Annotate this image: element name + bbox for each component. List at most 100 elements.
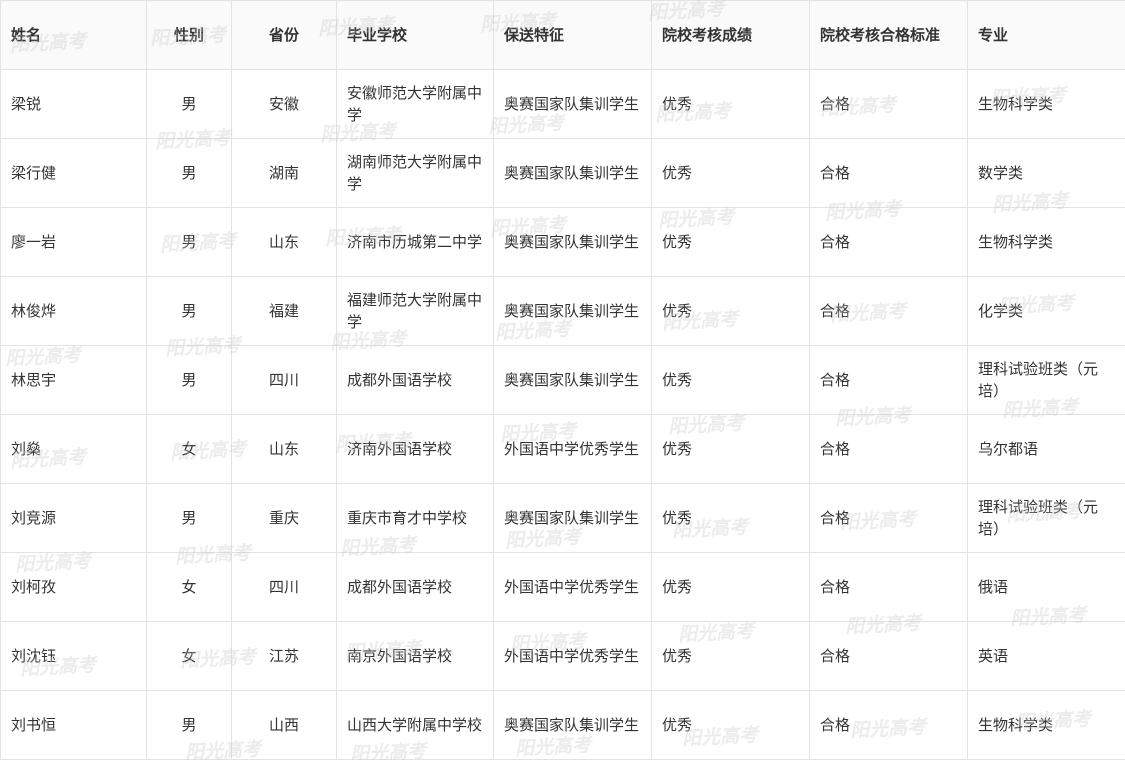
header-score: 院校考核成绩 — [651, 0, 810, 70]
cell-name: 刘书恒 — [0, 690, 147, 760]
cell-gender: 男 — [146, 483, 232, 553]
cell-province: 四川 — [231, 552, 337, 622]
admission-table-container: 姓名 性别 省份 毕业学校 保送特征 院校考核成绩 院校考核合格标准 专业 梁锐… — [0, 0, 1125, 760]
cell-feature: 奥赛国家队集训学生 — [493, 69, 652, 139]
cell-name: 刘柯孜 — [0, 552, 147, 622]
cell-major: 英语 — [967, 621, 1125, 691]
cell-score: 优秀 — [651, 552, 810, 622]
cell-school: 重庆市育才中学校 — [336, 483, 494, 553]
cell-province: 山东 — [231, 414, 337, 484]
cell-feature: 奥赛国家队集训学生 — [493, 138, 652, 208]
cell-score: 优秀 — [651, 207, 810, 277]
cell-major: 数学类 — [967, 138, 1125, 208]
cell-major: 化学类 — [967, 276, 1125, 346]
cell-school: 济南外国语学校 — [336, 414, 494, 484]
cell-name: 梁锐 — [0, 69, 147, 139]
cell-name: 刘竞源 — [0, 483, 147, 553]
cell-standard: 合格 — [809, 276, 968, 346]
cell-score: 优秀 — [651, 276, 810, 346]
table-row: 廖一岩男山东 济南市历城第二中学 奥赛国家队集训学生 优秀 合格 生物科学类 — [0, 207, 1125, 277]
cell-major: 生物科学类 — [967, 207, 1125, 277]
table-row: 林思宇男四川 成都外国语学校 奥赛国家队集训学生 优秀 合格 理科试验班类（元培） — [0, 345, 1125, 415]
cell-gender: 女 — [146, 621, 232, 691]
cell-score: 优秀 — [651, 345, 810, 415]
cell-school: 成都外国语学校 — [336, 552, 494, 622]
cell-name: 廖一岩 — [0, 207, 147, 277]
cell-province: 山东 — [231, 207, 337, 277]
cell-name: 刘燊 — [0, 414, 147, 484]
cell-school: 南京外国语学校 — [336, 621, 494, 691]
table-row: 刘竞源男重庆 重庆市育才中学校 奥赛国家队集训学生 优秀 合格 理科试验班类（元培） — [0, 483, 1125, 553]
cell-standard: 合格 — [809, 414, 968, 484]
header-school: 毕业学校 — [336, 0, 494, 70]
cell-standard: 合格 — [809, 552, 968, 622]
cell-score: 优秀 — [651, 690, 810, 760]
cell-standard: 合格 — [809, 690, 968, 760]
cell-feature: 奥赛国家队集训学生 — [493, 276, 652, 346]
cell-school: 湖南师范大学附属中学 — [336, 138, 494, 208]
cell-score: 优秀 — [651, 138, 810, 208]
cell-major: 乌尔都语 — [967, 414, 1125, 484]
header-feature: 保送特征 — [493, 0, 652, 70]
cell-province: 安徽 — [231, 69, 337, 139]
cell-province: 四川 — [231, 345, 337, 415]
cell-score: 优秀 — [651, 621, 810, 691]
table-body: 梁锐男安徽 安徽师范大学附属中学 奥赛国家队集训学生 优秀 合格 生物科学类 梁行健男湖南湖… — [0, 69, 1125, 760]
cell-feature: 外国语中学优秀学生 — [493, 414, 652, 484]
cell-feature: 奥赛国家队集训学生 — [493, 345, 652, 415]
cell-province: 福建 — [231, 276, 337, 346]
cell-feature: 奥赛国家队集训学生 — [493, 690, 652, 760]
table-row: 刘柯孜女四川 成都外国语学校 外国语中学优秀学生 优秀 合格 俄语 — [0, 552, 1125, 622]
cell-school: 济南市历城第二中学 — [336, 207, 494, 277]
cell-score: 优秀 — [651, 414, 810, 484]
cell-gender: 男 — [146, 207, 232, 277]
cell-name: 林思宇 — [0, 345, 147, 415]
cell-major: 理科试验班类（元培） — [967, 483, 1125, 553]
cell-standard: 合格 — [809, 138, 968, 208]
cell-gender: 男 — [146, 690, 232, 760]
cell-feature: 奥赛国家队集训学生 — [493, 483, 652, 553]
cell-name: 梁行健 — [0, 138, 147, 208]
header-province: 省份 — [231, 0, 337, 70]
cell-gender: 男 — [146, 276, 232, 346]
cell-gender: 男 — [146, 138, 232, 208]
cell-score: 优秀 — [651, 483, 810, 553]
header-gender: 性别 — [146, 0, 232, 70]
cell-major: 生物科学类 — [967, 69, 1125, 139]
cell-province: 湖南 — [231, 138, 337, 208]
cell-gender: 男 — [146, 69, 232, 139]
cell-province: 山西 — [231, 690, 337, 760]
cell-school: 成都外国语学校 — [336, 345, 494, 415]
cell-gender: 女 — [146, 414, 232, 484]
cell-major: 理科试验班类（元培） — [967, 345, 1125, 415]
cell-standard: 合格 — [809, 69, 968, 139]
table-header-row: 姓名 性别 省份 毕业学校 保送特征 院校考核成绩 院校考核合格标准 专业 — [0, 0, 1125, 70]
cell-feature: 外国语中学优秀学生 — [493, 621, 652, 691]
table-row: 刘燊女山东 济南外国语学校 外国语中学优秀学生 优秀 合格 乌尔都语 — [0, 414, 1125, 484]
table-row: 刘沈钰女江苏 南京外国语学校 外国语中学优秀学生 优秀 合格 英语 — [0, 621, 1125, 691]
cell-gender: 女 — [146, 552, 232, 622]
cell-standard: 合格 — [809, 621, 968, 691]
cell-major: 生物科学类 — [967, 690, 1125, 760]
cell-province: 江苏 — [231, 621, 337, 691]
header-major: 专业 — [967, 0, 1125, 70]
admission-table: 姓名 性别 省份 毕业学校 保送特征 院校考核成绩 院校考核合格标准 专业 梁锐… — [0, 0, 1125, 760]
cell-name: 刘沈钰 — [0, 621, 147, 691]
cell-standard: 合格 — [809, 483, 968, 553]
cell-feature: 奥赛国家队集训学生 — [493, 207, 652, 277]
cell-feature: 外国语中学优秀学生 — [493, 552, 652, 622]
cell-name: 林俊烨 — [0, 276, 147, 346]
cell-gender: 男 — [146, 345, 232, 415]
table-row: 梁锐男安徽 安徽师范大学附属中学 奥赛国家队集训学生 优秀 合格 生物科学类 — [0, 69, 1125, 139]
cell-school: 山西大学附属中学校 — [336, 690, 494, 760]
cell-score: 优秀 — [651, 69, 810, 139]
cell-major: 俄语 — [967, 552, 1125, 622]
cell-province: 重庆 — [231, 483, 337, 553]
cell-school: 安徽师范大学附属中学 — [336, 69, 494, 139]
table-row: 梁行健男湖南 湖南师范大学附属中学 奥赛国家队集训学生 优秀 合格 数学类 — [0, 138, 1125, 208]
table-row: 刘书恒男山西 山西大学附属中学校 奥赛国家队集训学生 优秀 合格 生物科学类 — [0, 690, 1125, 760]
cell-school: 福建师范大学附属中学 — [336, 276, 494, 346]
header-name: 姓名 — [0, 0, 147, 70]
table-row: 林俊烨男福建 福建师范大学附属中学 奥赛国家队集训学生 优秀 合格 化学类 — [0, 276, 1125, 346]
cell-standard: 合格 — [809, 345, 968, 415]
